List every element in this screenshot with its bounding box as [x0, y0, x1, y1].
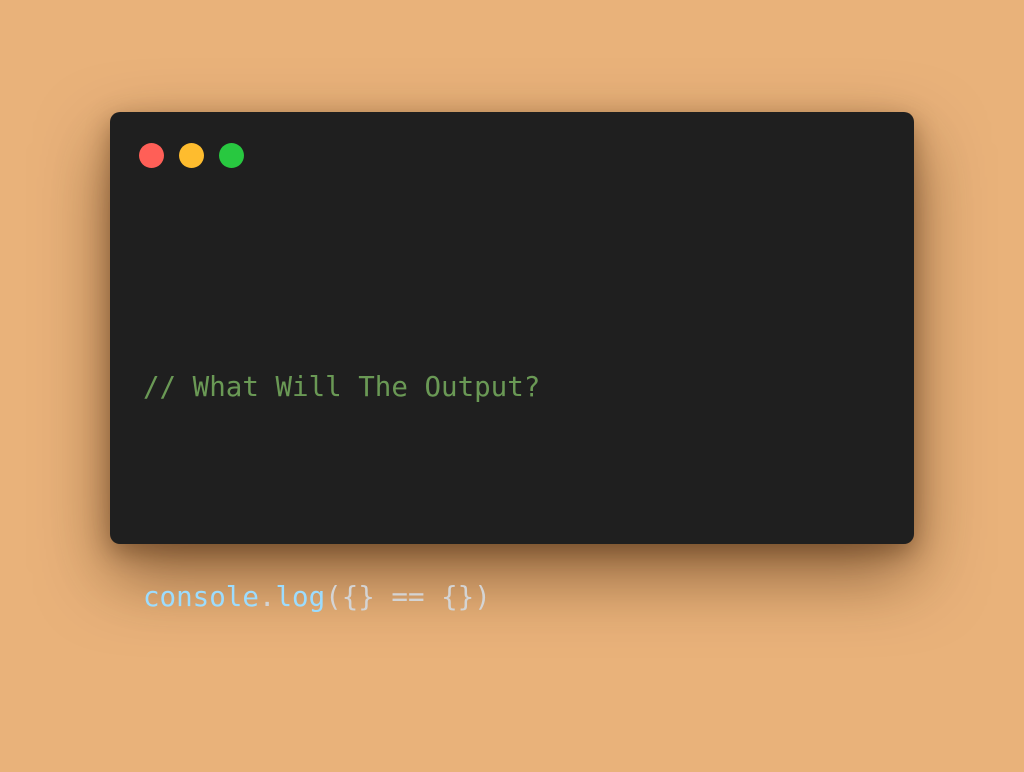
code-right-operand: {}	[441, 581, 475, 613]
code-comment: // What Will The Output?	[143, 371, 541, 403]
code-operator: ==	[391, 581, 425, 613]
code-left-operand: {}	[341, 581, 375, 613]
code-close-paren: )	[474, 581, 491, 613]
window-controls	[139, 143, 244, 168]
maximize-icon[interactable]	[219, 143, 244, 168]
code-block: // What Will The Output? console.log({} …	[143, 212, 540, 772]
code-open-paren: (	[325, 581, 342, 613]
code-object: console	[143, 581, 259, 613]
code-line-statement: console.log({} == {})	[143, 562, 540, 632]
code-dot: .	[258, 581, 276, 613]
close-icon[interactable]	[139, 143, 164, 168]
code-method: log	[275, 581, 326, 613]
minimize-icon[interactable]	[179, 143, 204, 168]
code-line-comment: // What Will The Output?	[143, 352, 540, 422]
code-window: // What Will The Output? console.log({} …	[110, 112, 914, 613]
